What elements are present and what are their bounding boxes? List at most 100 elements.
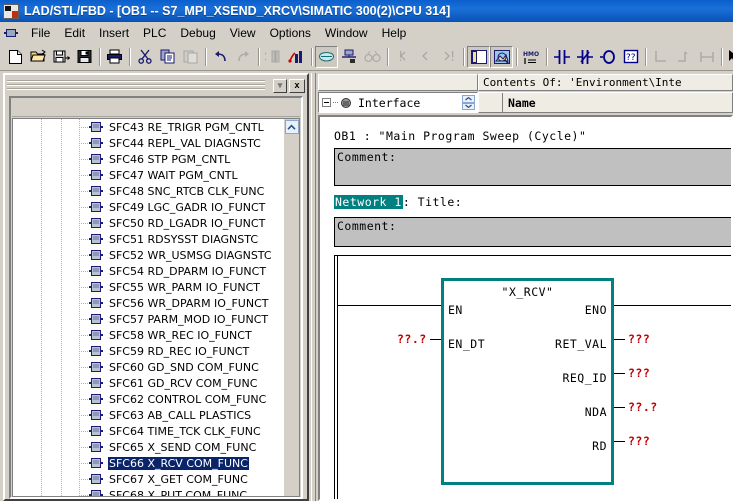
tree-row[interactable]: SFC58 WR_REC IO_FUNCT	[13, 327, 300, 343]
tree-row[interactable]: SFC48 SNC_RTCB CLK_FUNC	[13, 183, 300, 199]
placeholder-en-dt[interactable]: ??.?	[397, 332, 427, 346]
pin-req-id[interactable]: REQ_ID	[562, 371, 607, 385]
tree-row[interactable]: SFC54 RD_DPARM IO_FUNCT	[13, 263, 300, 279]
tree-row-label: SFC64 TIME_TCK CLK_FUNC	[109, 424, 261, 438]
close-window-button[interactable]: x	[289, 78, 305, 93]
minus-expander-icon[interactable]	[322, 98, 331, 107]
pin-en-dt[interactable]: EN_DT	[448, 337, 485, 351]
menu-item-options[interactable]: Options	[263, 24, 318, 42]
tree-row[interactable]: SFC56 WR_DPARM IO_FUNCT	[13, 295, 300, 311]
pin-rd[interactable]: RD	[592, 439, 607, 453]
network-label[interactable]: Network 1	[333, 194, 404, 210]
menu-item-debug[interactable]: Debug	[173, 24, 222, 42]
tree-row[interactable]: SFC66 X_RCV COM_FUNC	[13, 455, 300, 471]
tree-row[interactable]: SFC43 RE_TRIGR PGM_CNTL	[13, 119, 300, 135]
monitor-chart-icon[interactable]	[285, 46, 308, 68]
tree-row[interactable]: SFC51 RDSYSST DIAGNSTC	[13, 231, 300, 247]
network-comment-box[interactable]: Comment:	[334, 217, 731, 247]
placeholder-ret-val[interactable]: ???	[628, 332, 650, 346]
tree-row[interactable]: SFC64 TIME_TCK CLK_FUNC	[13, 423, 300, 439]
name-column-header[interactable]: Name	[478, 92, 733, 113]
menu-item-insert[interactable]: Insert	[92, 24, 136, 42]
pin-eno[interactable]: ENO	[585, 303, 607, 317]
tree-list: SFC43 RE_TRIGR PGM_CNTL SFC44 REPL_VAL DI…	[13, 119, 300, 496]
symbol-info-icon[interactable]	[490, 45, 513, 68]
tree-row[interactable]: SFC46 STP PGM_CNTL	[13, 151, 300, 167]
tree-vertical-scrollbar[interactable]	[284, 118, 300, 497]
menu-item-window[interactable]: Window	[318, 24, 375, 42]
tree-row[interactable]: SFC61 GD_RCV COM_FUNC	[13, 375, 300, 391]
ladder-editor-canvas[interactable]: OB1 : "Main Program Sweep (Cycle)" Comme…	[318, 115, 733, 501]
tree-row[interactable]: SFC44 REPL_VAL DIAGNSTC	[13, 135, 300, 151]
restore-window-button[interactable]: ▾	[273, 78, 287, 93]
x-rcv-function-block[interactable]: "X_RCV" EN EN_DT ENO RET_VAL REQ_ID NDA …	[441, 278, 614, 485]
tree-row[interactable]: SFC59 RD_REC IO_FUNCT	[13, 343, 300, 359]
overview-pane-icon[interactable]	[467, 45, 490, 68]
toolbar-separator	[255, 47, 262, 67]
pin-ret-val[interactable]: RET_VAL	[555, 337, 607, 351]
tree-row[interactable]: SFC49 LGC_GADR IO_FUNCT	[13, 199, 300, 215]
toolbar-separator	[384, 47, 391, 67]
spinner-up-icon[interactable]	[462, 95, 475, 103]
tree-row[interactable]: SFC68 X_PUT COM_FUNC	[13, 487, 300, 496]
tree-connector-line	[79, 463, 88, 464]
tree-row[interactable]: SFC60 GD_SND COM_FUNC	[13, 359, 300, 375]
tree-row[interactable]: SFC63 AB_CALL PLASTICS	[13, 407, 300, 423]
modify-variable-icon[interactable]	[338, 46, 361, 68]
interface-tree-node[interactable]: Interface	[318, 92, 478, 113]
binoculars-icon	[361, 46, 384, 68]
placeholder-rd[interactable]: ???	[628, 434, 650, 448]
print-icon[interactable]	[103, 46, 126, 68]
lad-stl-fbd-icon	[3, 3, 19, 19]
normally-open-contact-icon[interactable]	[550, 46, 573, 68]
pin-nda[interactable]: NDA	[585, 405, 607, 419]
copy-icon[interactable]	[156, 46, 179, 68]
tree-row[interactable]: SFC62 CONTROL COM_FUNC	[13, 391, 300, 407]
menu-item-plc[interactable]: PLC	[136, 24, 173, 42]
sfc-block-icon	[89, 202, 103, 212]
menu-item-view[interactable]: View	[223, 24, 263, 42]
tree-row[interactable]: SFC50 RD_LGADR IO_FUNCT	[13, 215, 300, 231]
cut-scissors-icon[interactable]	[133, 46, 156, 68]
branch-up-icon	[672, 46, 695, 68]
tree-row[interactable]: SFC47 WAIT PGM_CNTL	[13, 167, 300, 183]
tree-connector-line	[79, 303, 88, 304]
chevron-up-icon[interactable]	[284, 120, 299, 134]
tree-row[interactable]: SFC67 X_GET COM_FUNC	[13, 471, 300, 487]
blocks-tree[interactable]: SFC43 RE_TRIGR PGM_CNTL SFC44 REPL_VAL DI…	[12, 118, 300, 497]
tree-row[interactable]: SFC65 X_SEND COM_FUNC	[13, 439, 300, 455]
block-name: "X_RCV"	[501, 285, 554, 299]
empty-box-icon[interactable]: ??	[619, 46, 642, 68]
placeholder-req-id[interactable]: ???	[628, 366, 650, 380]
tree-row-label: SFC57 PARM_MOD IO_FUNCT	[109, 312, 269, 326]
save-icon[interactable]	[73, 46, 96, 68]
network-1-rung[interactable]: "X_RCV" EN EN_DT ENO RET_VAL REQ_ID NDA …	[334, 255, 731, 499]
tree-row[interactable]: SFC52 WR_USMSG DIAGNSTC	[13, 247, 300, 263]
pin-en[interactable]: EN	[448, 303, 463, 317]
new-document-icon[interactable]	[4, 46, 27, 68]
tree-row[interactable]: SFC57 PARM_MOD IO_FUNCT	[13, 311, 300, 327]
open-folder-icon[interactable]	[27, 46, 50, 68]
symbolic-representation-icon[interactable]: HMO	[520, 46, 543, 68]
menu-item-help[interactable]: Help	[375, 24, 414, 42]
spinner-down-icon[interactable]	[462, 102, 475, 110]
normally-closed-contact-icon[interactable]	[573, 46, 596, 68]
save-as-icon[interactable]	[50, 46, 73, 68]
help-pointer-icon[interactable]: ?	[725, 46, 733, 68]
output-coil-icon[interactable]	[596, 46, 619, 68]
tree-connector-line	[79, 383, 88, 384]
menu-item-file[interactable]: File	[24, 24, 57, 42]
ob-comment-box[interactable]: Comment:	[334, 148, 731, 186]
menu-item-edit[interactable]: Edit	[57, 24, 92, 42]
tree-row-label: SFC44 REPL_VAL DIAGNSTC	[109, 136, 261, 150]
sfc-block-icon	[89, 378, 103, 388]
pane-splitter[interactable]	[311, 73, 316, 501]
tree-row[interactable]: SFC55 WR_PARM IO_FUNCT	[13, 279, 300, 295]
toolbar-separator	[126, 47, 133, 67]
monitor-glasses-icon[interactable]	[315, 45, 338, 68]
svg-text:HMO: HMO	[523, 51, 539, 58]
undo-arrow-icon[interactable]	[209, 46, 232, 68]
output-stub-rd	[614, 441, 625, 442]
placeholder-nda[interactable]: ??.?	[628, 400, 658, 414]
interface-spinner[interactable]	[462, 95, 475, 110]
